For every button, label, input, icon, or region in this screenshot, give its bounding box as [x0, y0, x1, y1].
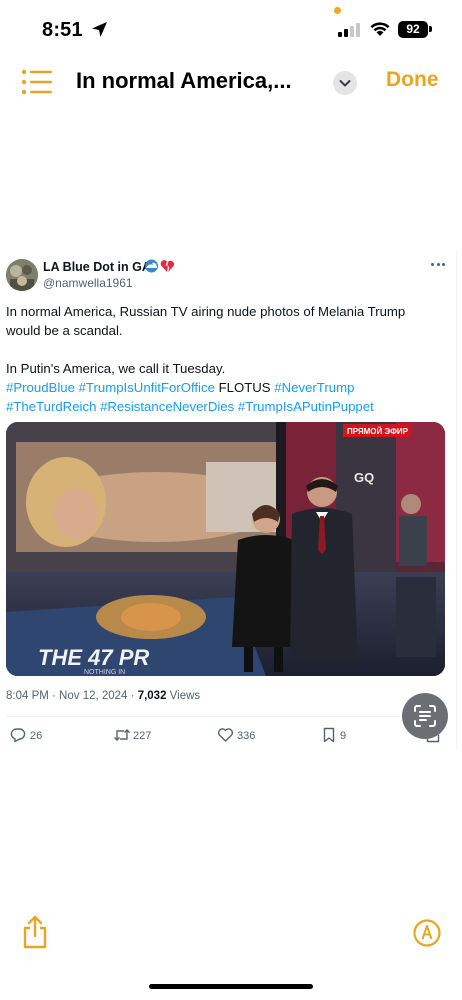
hashtag-link[interactable]: #NeverTrump [274, 380, 354, 395]
heart-icon [217, 728, 234, 742]
more-options-icon[interactable] [430, 261, 446, 267]
bottom-toolbar [0, 905, 462, 965]
user-handle[interactable]: @namwella1961 [43, 276, 133, 290]
navigation-bar: In normal America,... Done [0, 60, 462, 104]
hashtag-link[interactable]: #ResistanceNeverDies [100, 399, 234, 414]
hashtag-link[interactable]: #TrumpIsAPutinPuppet [238, 399, 374, 414]
repost-button[interactable]: 227 [113, 725, 163, 747]
share-icon [23, 915, 47, 949]
hashtag-link[interactable]: #ProudBlue [6, 380, 75, 395]
tweet-text-line: In normal America, Russian TV airing nud… [6, 304, 406, 319]
bookmark-count: 9 [340, 730, 347, 742]
tweet-text-line: In Putin's America, we call it Tuesday. [6, 361, 226, 376]
gq-text: GQ [354, 470, 374, 485]
like-count: 336 [237, 730, 256, 742]
chevron-down-icon[interactable] [333, 71, 357, 95]
reply-count: 26 [30, 730, 43, 742]
cellular-signal-icon [338, 23, 362, 37]
bookmark-icon [323, 727, 335, 743]
bookmark-button[interactable]: 9 [322, 725, 352, 747]
share-button[interactable] [20, 914, 50, 950]
battery-indicator: 92 [398, 21, 428, 38]
battery-tip [429, 26, 432, 32]
location-arrow-icon [91, 21, 108, 43]
tweet-card: LA Blue Dot in GA @namwella1961 In norma… [0, 250, 462, 760]
live-text-icon [414, 705, 436, 727]
done-button[interactable]: Done [386, 68, 439, 92]
hashtag-link[interactable]: #TrumpIsUnfitForOffice [79, 380, 215, 395]
divider [456, 250, 457, 750]
status-bar: 8:51 92 [0, 0, 462, 56]
reply-button[interactable]: 26 [10, 725, 50, 747]
wifi-icon [369, 21, 391, 42]
views-label: Views [169, 690, 201, 702]
tweet-actions: 26 227 336 9 [0, 725, 462, 749]
view-count: 7,032 [137, 690, 167, 702]
floor-subtext: NOTHING IN [84, 669, 125, 676]
reply-icon [10, 728, 26, 743]
list-icon[interactable] [20, 69, 54, 95]
avatar[interactable] [6, 259, 38, 291]
markup-button[interactable] [413, 919, 441, 947]
tweet-text-line: would be a scandal. [6, 323, 123, 338]
document-title: In normal America,... [76, 68, 292, 93]
repost-icon [114, 729, 130, 741]
broken-heart-emoji-icon [160, 259, 175, 278]
wave-emoji-icon [144, 259, 159, 278]
tweet-media-image[interactable]: ПРЯМОЙ ЭФИР GQ THE 47 PR NOTHING IN [6, 422, 445, 676]
hashtag-link[interactable]: #TheTurdReich [6, 399, 96, 414]
repost-count: 227 [133, 730, 152, 742]
divider [6, 716, 446, 717]
status-time: 8:51 [42, 19, 83, 41]
tweet-timestamp[interactable]: 8:04 PM · Nov 12, 2024 · [6, 690, 134, 702]
display-name[interactable]: LA Blue Dot in GA [43, 260, 151, 274]
home-indicator[interactable] [149, 984, 313, 989]
privacy-indicator-dot [334, 7, 341, 14]
live-broadcast-badge: ПРЯМОЙ ЭФИР [347, 427, 409, 436]
floor-text: THE 47 PR [38, 645, 149, 670]
live-text-button[interactable] [402, 693, 448, 739]
hashtag-line: #ProudBlue #TrumpIsUnfitForOffice FLOTUS… [6, 378, 446, 397]
tweet-meta: 8:04 PM · Nov 12, 2024 · 7,032 Views [6, 690, 200, 702]
tweet-text: In normal America, Russian TV airing nud… [6, 302, 446, 416]
tweet-word: FLOTUS [218, 380, 271, 395]
markup-icon [413, 919, 441, 947]
hashtag-line: #TheTurdReich #ResistanceNeverDies #Trum… [6, 397, 446, 416]
like-button[interactable]: 336 [217, 725, 267, 747]
